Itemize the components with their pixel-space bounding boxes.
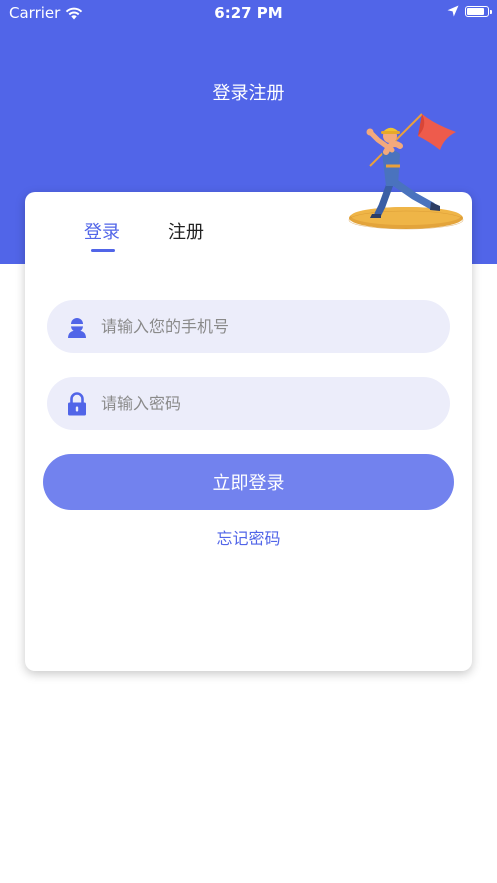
login-button[interactable]: 立即登录 [43,454,454,510]
active-tab-indicator [91,249,115,252]
tab-register[interactable]: 注册 [168,218,204,244]
password-field[interactable] [47,377,450,430]
forgot-password-link[interactable]: 忘记密码 [25,525,472,549]
status-time: 6:27 PM [214,4,283,22]
password-input[interactable] [101,394,401,413]
tab-login[interactable]: 登录 [84,218,120,244]
flag-worker-illustration [348,113,464,230]
location-arrow-icon [447,5,459,17]
battery-icon [465,5,492,17]
login-card: 登录 注册 立即登录 忘记密码 [25,192,472,671]
lock-icon [67,391,87,416]
user-icon [67,315,87,339]
phone-field[interactable] [47,300,450,353]
status-bar: Carrier 6:27 PM [0,0,497,26]
status-right-group [447,5,492,17]
page-title: 登录注册 [212,83,285,104]
phone-input[interactable] [101,317,401,336]
